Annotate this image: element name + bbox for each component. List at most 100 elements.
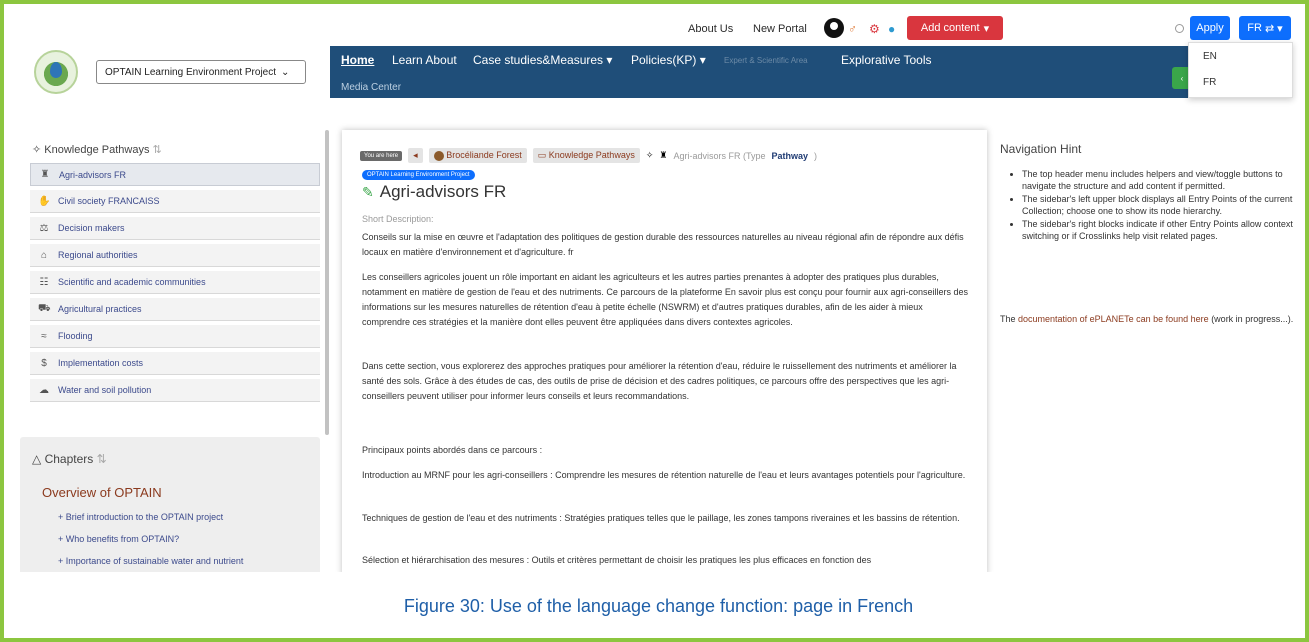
- language-button[interactable]: FR ⇄ ▾: [1239, 16, 1291, 40]
- doc-suffix: (work in progress...).: [1211, 314, 1294, 324]
- kp-item-implementation-costs[interactable]: $ Implementation costs: [30, 352, 320, 375]
- crumb-forest[interactable]: Brocéliande Forest: [428, 148, 527, 163]
- page-title-text: Agri-advisors FR: [379, 182, 507, 201]
- add-content-button[interactable]: Add content ▾: [907, 16, 1003, 40]
- crumb-type: Pathway: [771, 150, 808, 161]
- sort-icon[interactable]: ⇅: [153, 144, 162, 156]
- language-current: FR: [1247, 22, 1262, 34]
- hint-item: The sidebar's right blocks indicate if o…: [1022, 218, 1297, 242]
- kp-item-label: Scientific and academic communities: [58, 277, 206, 287]
- share-icon[interactable]: ♂: [848, 22, 857, 36]
- paragraph: Dans cette section, vous explorerez des …: [362, 361, 957, 401]
- nav-expert[interactable]: Expert & Scientific Area: [724, 56, 808, 65]
- sidebar-scrollbar[interactable]: [325, 130, 329, 435]
- chapter-item[interactable]: + Importance of sustainable water and nu…: [58, 556, 243, 566]
- documentation-link[interactable]: documentation of ePLANETe can be found h…: [1018, 314, 1209, 324]
- kp-item-flooding[interactable]: ≈ Flooding: [30, 325, 320, 348]
- language-dropdown: EN FR: [1188, 42, 1293, 98]
- kp-item-agricultural-practices[interactable]: ⛟ Agricultural practices: [30, 298, 320, 321]
- forest-icon: [433, 150, 444, 161]
- crumb-knowledge-pathways[interactable]: ▭ Knowledge Pathways: [532, 148, 640, 163]
- gear-icon[interactable]: ⚙: [869, 22, 880, 36]
- kp-item-label: Flooding: [58, 331, 93, 341]
- kp-item-label: Regional authorities: [58, 250, 138, 260]
- apply-button[interactable]: Apply: [1190, 16, 1230, 40]
- kp-item-label: Agricultural practices: [58, 304, 142, 314]
- utility-bar: About Us New Portal ♂ ⚙ ● Add content ▾ …: [12, 12, 1305, 46]
- kp-item-label: Agri-advisors FR: [59, 169, 127, 180]
- pathway-icon: ✧: [645, 150, 654, 160]
- nav-media-center[interactable]: Media Center: [341, 82, 401, 93]
- tractor-icon: ⛟: [38, 302, 51, 314]
- crumb-kp-label: Knowledge Pathways: [548, 150, 635, 160]
- paragraph: Principaux points abordés dans ce parcou…: [362, 445, 543, 455]
- kp-item-decision-makers[interactable]: ⚖ Decision makers: [30, 217, 320, 240]
- add-content-label: Add content: [920, 22, 980, 34]
- short-description-label: Short Description:: [362, 214, 434, 224]
- caret-down-icon: ▾: [983, 22, 990, 35]
- page-title: ✎ Agri-advisors FR: [362, 182, 506, 202]
- scales-icon: ⚖: [39, 222, 49, 234]
- caret-down-icon: ▾: [1277, 22, 1283, 35]
- chapter-item[interactable]: + Brief introduction to the OPTAIN proje…: [58, 512, 223, 522]
- nav-case-studies[interactable]: Case studies&Measures ▾: [473, 53, 612, 67]
- nav-case-studies-label: Case studies&Measures: [473, 53, 604, 67]
- you-are-here-badge: You are here: [360, 150, 403, 161]
- kp-item-pollution[interactable]: ☁ Water and soil pollution: [30, 379, 320, 402]
- kp-item-label: Implementation costs: [58, 358, 144, 368]
- screenshot: About Us New Portal ♂ ⚙ ● Add content ▾ …: [12, 12, 1305, 572]
- figure-frame: About Us New Portal ♂ ⚙ ● Add content ▾ …: [0, 0, 1309, 642]
- project-select[interactable]: OPTAIN Learning Environment Project ⌄: [96, 60, 306, 84]
- chapters-title-label: Chapters: [44, 452, 94, 466]
- project-select-value: OPTAIN Learning Environment Project: [105, 66, 277, 78]
- about-us-link[interactable]: About Us: [688, 23, 733, 35]
- folder-icon: ▭: [537, 150, 547, 160]
- farmer-icon: ♜: [40, 169, 50, 180]
- avatar[interactable]: [824, 18, 844, 38]
- kp-list: ♜ Agri-advisors FR ✋ Civil society FRANC…: [30, 163, 320, 406]
- radio-toggle[interactable]: [1175, 24, 1184, 33]
- kp-title-label: Knowledge Pathways: [44, 144, 150, 156]
- language-option-en[interactable]: EN: [1203, 51, 1217, 62]
- kp-item-label: Decision makers: [58, 223, 125, 233]
- chapter-overview[interactable]: Overview of OPTAIN: [42, 485, 162, 500]
- coins-icon: $: [41, 357, 47, 369]
- paragraph: Techniques de gestion de l'eau et des nu…: [362, 513, 960, 523]
- logo[interactable]: [34, 50, 78, 94]
- drop-icon[interactable]: ●: [888, 22, 895, 36]
- nav-home[interactable]: Home: [341, 53, 374, 67]
- apply-label: Apply: [1196, 22, 1224, 34]
- chevron-left-icon: ‹: [1180, 73, 1184, 83]
- triangle-icon: △: [32, 452, 42, 466]
- kp-item-scientific[interactable]: ☷ Scientific and academic communities: [30, 271, 320, 294]
- paragraph: Conseils sur la mise en œuvre et l'adapt…: [362, 232, 964, 257]
- pollution-icon: ☁: [39, 384, 49, 396]
- chapter-item[interactable]: + Who benefits from OPTAIN?: [58, 534, 179, 544]
- nav-learn-about[interactable]: Learn About: [392, 53, 457, 67]
- paragraph: Les conseillers agricoles jouent un rôle…: [362, 272, 969, 327]
- nav-policies[interactable]: Policies(KP) ▾: [631, 53, 706, 67]
- breadcrumb: You are here ◂ Brocéliande Forest ▭ Know…: [360, 148, 817, 163]
- chapters-title: △ Chapters ⇅: [32, 452, 107, 466]
- back-button[interactable]: ◂: [408, 148, 423, 163]
- kp-item-civil-society[interactable]: ✋ Civil society FRANCAISS: [30, 190, 320, 213]
- language-option-fr[interactable]: FR: [1203, 77, 1216, 88]
- kp-item-agri-advisors[interactable]: ♜ Agri-advisors FR: [30, 163, 320, 186]
- chapter-item-label: Who benefits from OPTAIN?: [65, 534, 180, 544]
- chapter-item-label: Importance of sustainable water and nutr…: [65, 556, 244, 566]
- crumb-forest-label: Brocéliande Forest: [446, 150, 522, 161]
- handshake-icon: ✋: [38, 195, 51, 207]
- crumb-current: Agri-advisors FR (Type: [673, 150, 766, 161]
- kp-item-regional-authorities[interactable]: ⌂ Regional authorities: [30, 244, 320, 267]
- translate-icon: ⇄: [1264, 22, 1275, 35]
- edit-icon[interactable]: ✎: [362, 184, 374, 201]
- paragraph: Introduction au MRNF pour les agri-conse…: [362, 470, 966, 480]
- doc-prefix: The: [1000, 314, 1016, 324]
- sort-icon[interactable]: ⇅: [97, 452, 107, 466]
- nav-explorative-tools[interactable]: Explorative Tools: [841, 53, 932, 67]
- crumb-close: ): [814, 150, 817, 161]
- farmer-icon: ♜: [659, 150, 668, 160]
- building-icon: ⌂: [40, 249, 48, 261]
- kp-item-label: Water and soil pollution: [58, 385, 152, 395]
- new-portal-link[interactable]: New Portal: [753, 23, 807, 35]
